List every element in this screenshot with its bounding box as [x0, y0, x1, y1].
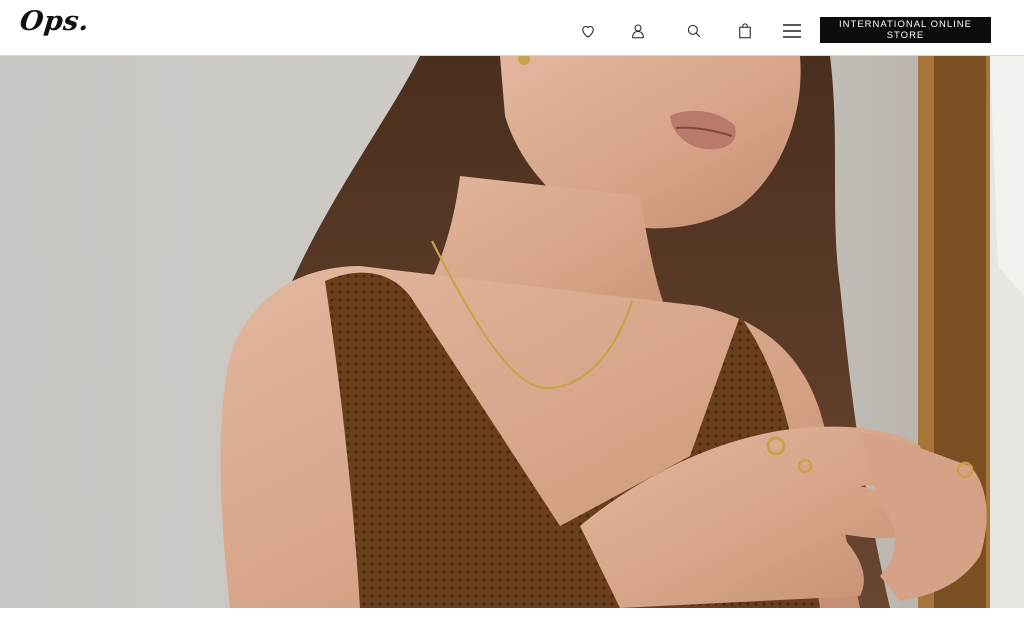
- page-bottom-strip: [0, 608, 1024, 620]
- site-header: Ops. INTERNATIONAL ONLINE STORE: [0, 0, 1024, 56]
- user-icon: [632, 24, 644, 39]
- international-store-button[interactable]: INTERNATIONAL ONLINE STORE: [820, 17, 991, 43]
- cart-button[interactable]: [732, 18, 758, 44]
- account-button[interactable]: [625, 18, 651, 44]
- hero-banner[interactable]: [0, 56, 1024, 608]
- wishlist-button[interactable]: [575, 18, 601, 44]
- hero-image: [0, 56, 1024, 608]
- shopping-bag-icon: [739, 23, 751, 39]
- menu-icon: [783, 24, 801, 38]
- search-icon: [687, 24, 701, 38]
- search-button[interactable]: [681, 18, 707, 44]
- brand-logo[interactable]: Ops.: [18, 6, 90, 37]
- heart-icon: [582, 26, 594, 38]
- menu-button[interactable]: [779, 18, 805, 44]
